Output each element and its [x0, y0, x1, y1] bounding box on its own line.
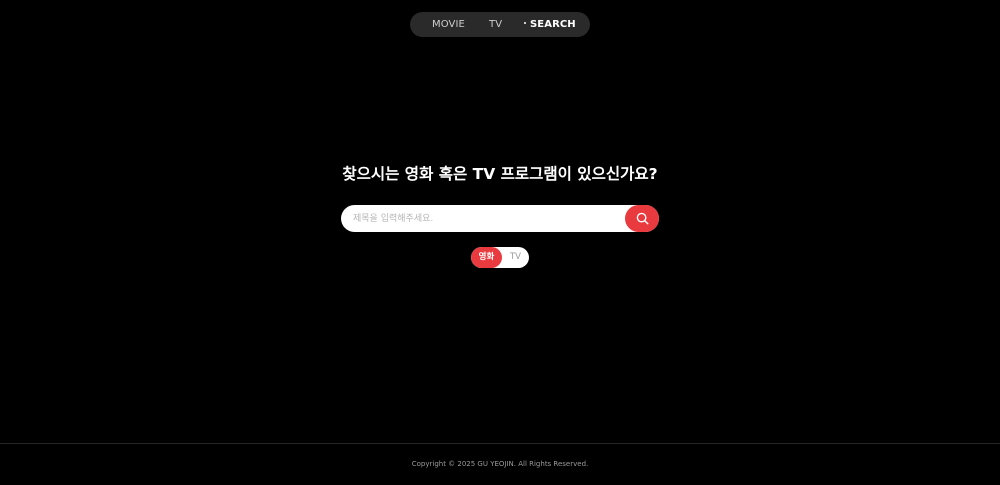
toggle-option-movie[interactable]: 영화 — [471, 247, 502, 268]
media-type-toggle: 영화 TV — [471, 247, 529, 268]
search-input[interactable] — [341, 205, 623, 232]
search-bar — [341, 205, 659, 232]
page-title: 찾으시는 영화 혹은 TV 프로그램이 있으신가요? — [342, 165, 658, 183]
nav-item-search-label: SEARCH — [530, 19, 576, 30]
nav-item-search[interactable]: SEARCH — [524, 12, 576, 37]
page: MOVIE TV SEARCH 찾으시는 영화 혹은 TV 프로그램이 있으신가… — [0, 0, 1000, 485]
top-nav: MOVIE TV SEARCH — [410, 12, 590, 37]
footer-divider — [0, 443, 1000, 444]
search-icon — [636, 212, 649, 225]
active-dot-icon — [524, 22, 526, 24]
search-button[interactable] — [625, 205, 659, 232]
nav-item-tv[interactable]: TV — [489, 12, 502, 37]
footer-copyright: Copyright © 2025 GU YEOJIN. All Rights R… — [411, 460, 589, 468]
toggle-option-tv[interactable]: TV — [502, 247, 529, 268]
nav-item-movie[interactable]: MOVIE — [432, 12, 465, 37]
